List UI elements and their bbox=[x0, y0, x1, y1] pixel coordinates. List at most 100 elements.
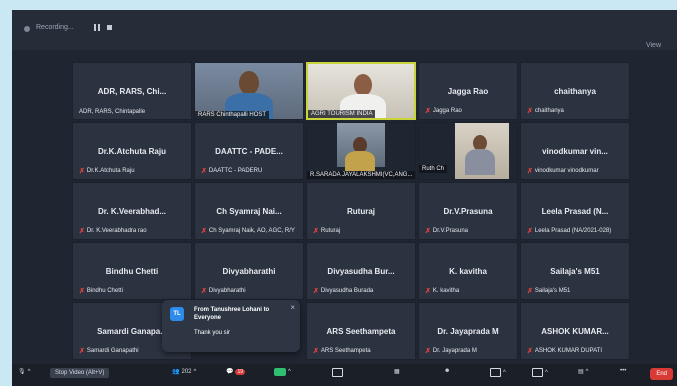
participant-display-name: ARS Seethampeta bbox=[326, 327, 396, 336]
muted-mic-icon: ✗ bbox=[313, 348, 319, 355]
muted-mic-icon: ✗ bbox=[79, 348, 85, 355]
participant-tile[interactable]: Dr. Jayaprada M ✗ Dr. Jayaprada M bbox=[418, 302, 518, 360]
video-name-strip: AGRI TOURISM INDIA bbox=[308, 110, 376, 118]
stop-video-button[interactable]: Stop Video (Alt+V) bbox=[50, 368, 110, 378]
participant-display-name: Dr.K.Atchuta Raju bbox=[97, 147, 166, 156]
participant-name-label: ✗ Dr.K.Atchuta Raju bbox=[79, 168, 135, 175]
participant-name-label: ✗ Ch Syamraj Naik, AO, AGC, R/Y bbox=[201, 228, 295, 235]
muted-mic-icon: ✗ bbox=[527, 228, 533, 235]
reactions-button[interactable]: ☻ bbox=[444, 368, 450, 374]
stop-recording-button[interactable] bbox=[107, 25, 112, 30]
muted-mic-icon: ✗ bbox=[425, 288, 431, 295]
participant-video-tile[interactable]: Ruth Ch bbox=[418, 122, 518, 180]
notes-button[interactable]: ▤ ^ bbox=[578, 368, 589, 376]
participant-tile[interactable]: Dr.K.Atchuta Raju ✗ Dr.K.Atchuta Raju bbox=[72, 122, 192, 180]
muted-mic-icon: ✗ bbox=[425, 228, 431, 235]
video-name-strip: R.SARADA JAYALAKSHMI(VC,ANG... bbox=[307, 171, 415, 179]
participant-display-name: ASHOK KUMAR... bbox=[541, 327, 609, 336]
active-speaker-tile[interactable]: AGRI TOURISM INDIA bbox=[306, 62, 416, 120]
zoom-meeting-window: Recording... View ADR, RARS, Chi... ADR,… bbox=[12, 10, 677, 386]
chat-badge: 19 bbox=[235, 368, 246, 375]
close-icon[interactable]: × bbox=[290, 303, 295, 312]
participant-name-label: ✗ Divyasudha Burada bbox=[313, 288, 374, 295]
share-screen-button[interactable]: ^ bbox=[274, 368, 291, 376]
participant-display-name: Jagga Rao bbox=[447, 87, 489, 96]
participant-video-tile[interactable]: R.SARADA JAYALAKSHMI(VC,ANG... bbox=[306, 122, 416, 180]
muted-mic-icon: ✗ bbox=[79, 168, 85, 175]
view-button[interactable]: View bbox=[646, 42, 661, 49]
stop-video-tooltip: Stop Video (Alt+V) bbox=[50, 368, 110, 378]
participant-display-name: ADR, RARS, Chi... bbox=[97, 87, 167, 96]
participant-name-label: ✗ Dr. K.Veerabhadra rao bbox=[79, 228, 147, 235]
participants-icon: 👥 bbox=[172, 369, 180, 375]
participant-tile[interactable]: Divyabharathi ✗ Divyabharathi bbox=[194, 242, 304, 300]
muted-mic-icon: ✗ bbox=[425, 108, 431, 115]
participant-display-name: Ruturaj bbox=[347, 207, 375, 216]
participant-display-name: Bindhu Chetti bbox=[105, 267, 159, 276]
participant-tile[interactable]: vinodkumar vin... ✗ vinodkumar vinodkumar bbox=[520, 122, 630, 180]
participant-tile[interactable]: Sailaja's M51 ✗ Sailaja's M51 bbox=[520, 242, 630, 300]
participant-tile[interactable]: chaithanya ✗ chaithanya bbox=[520, 62, 630, 120]
share-screen-icon bbox=[274, 368, 286, 376]
participant-tile[interactable]: Dr.V.Prasuna ✗ Dr.V.Prasuna bbox=[418, 182, 518, 240]
participant-tile[interactable]: ARS Seethampeta ✗ ARS Seethampeta bbox=[306, 302, 416, 360]
reactions-icon: ☻ bbox=[444, 368, 451, 374]
muted-mic-icon: ✗ bbox=[527, 168, 533, 175]
participant-name-label: ✗ ASHOK KUMAR DUPATI bbox=[527, 348, 602, 355]
participant-tile[interactable]: Dr. K.Veerabhad... ✗ Dr. K.Veerabhadra ra… bbox=[72, 182, 192, 240]
more-icon: ••• bbox=[620, 368, 627, 374]
participant-display-name: vinodkumar vin... bbox=[542, 147, 608, 156]
participant-name-label: ADR, RARS, Chintapalle bbox=[79, 109, 146, 115]
participant-video bbox=[455, 123, 509, 179]
muted-mic-icon: ✗ bbox=[313, 288, 319, 295]
participant-name-label: ✗ Leela Prasad (NA/2021-028) bbox=[527, 228, 612, 235]
participant-name-label: ✗ Sailaja's M51 bbox=[527, 288, 571, 295]
recording-icon bbox=[24, 26, 30, 32]
participant-name-label: ✗ Jagga Rao bbox=[425, 108, 462, 115]
muted-mic-icon: ✗ bbox=[425, 348, 431, 355]
participant-display-name: K. kavitha bbox=[449, 267, 487, 276]
participant-video-tile[interactable]: RARS Chinthapalli HOST bbox=[194, 62, 304, 120]
participant-display-name: Dr. K.Veerabhad... bbox=[97, 207, 167, 216]
end-meeting-button[interactable]: End bbox=[650, 368, 673, 380]
participant-tile[interactable]: DAATTC - PADE... ✗ DAATTC - PADERU bbox=[194, 122, 304, 180]
breakout-rooms-button[interactable]: ▦ bbox=[394, 368, 400, 375]
participant-display-name: Leela Prasad (N... bbox=[541, 207, 609, 216]
participant-display-name: Divyasudha Bur... bbox=[327, 267, 395, 276]
participant-display-name: DAATTC - PADE... bbox=[215, 147, 283, 156]
chat-notification[interactable]: TL From Tanushree Lohani to Everyone Tha… bbox=[162, 300, 300, 352]
participant-tile[interactable]: Divyasudha Bur... ✗ Divyasudha Burada bbox=[306, 242, 416, 300]
participant-display-name: Dr. Jayaprada M bbox=[437, 327, 499, 336]
participant-tile[interactable]: Jagga Rao ✗ Jagga Rao bbox=[418, 62, 518, 120]
participant-tile[interactable]: Ruturaj ✗ Ruturaj bbox=[306, 182, 416, 240]
muted-mic-icon: ✗ bbox=[201, 288, 207, 295]
participant-name-label: ✗ ARS Seethampeta bbox=[313, 348, 371, 355]
participant-tile[interactable]: ADR, RARS, Chi... ADR, RARS, Chintapalle bbox=[72, 62, 192, 120]
participant-tile[interactable]: K. kavitha ✗ K. kavitha bbox=[418, 242, 518, 300]
participant-tile[interactable]: Bindhu Chetti ✗ Bindhu Chetti bbox=[72, 242, 192, 300]
chat-button[interactable]: 💬 19 bbox=[226, 368, 246, 375]
unmute-button[interactable]: 🎙 ^ bbox=[18, 368, 30, 376]
participant-tile[interactable]: Ch Syamraj Nai... ✗ Ch Syamraj Naik, AO, … bbox=[194, 182, 304, 240]
muted-mic-icon: ✗ bbox=[527, 288, 533, 295]
notes-icon: ▤ bbox=[578, 369, 584, 375]
recording-label: Recording... bbox=[36, 24, 74, 31]
pause-recording-button[interactable] bbox=[92, 23, 102, 33]
participant-video bbox=[337, 123, 385, 171]
participant-tile[interactable]: ASHOK KUMAR... ✗ ASHOK KUMAR DUPATI bbox=[520, 302, 630, 360]
participant-display-name: chaithanya bbox=[554, 87, 596, 96]
participant-display-name: Sailaja's M51 bbox=[550, 267, 600, 276]
participant-tile[interactable]: Leela Prasad (N... ✗ Leela Prasad (NA/202… bbox=[520, 182, 630, 240]
more-button[interactable]: ••• bbox=[620, 368, 626, 374]
meeting-toolbar: 🎙 ^ Stop Video (Alt+V) 👥 202 ^ 💬 19 ^ ▦ ☻ ^ … bbox=[12, 364, 677, 386]
participant-name-label: ✗ vinodkumar vinodkumar bbox=[527, 168, 599, 175]
participants-count: 202 bbox=[181, 368, 192, 375]
participant-name-label: ✗ Dr.V.Prasuna bbox=[425, 228, 469, 235]
microphone-icon: 🎙 bbox=[18, 369, 26, 375]
participant-display-name: Dr.V.Prasuna bbox=[443, 207, 493, 216]
participants-button[interactable]: 👥 202 ^ bbox=[172, 368, 196, 376]
participant-display-name: Divyabharathi bbox=[222, 267, 276, 276]
participant-display-name: Ch Syamraj Nai... bbox=[216, 207, 282, 216]
participant-name-label: ✗ Bindhu Chetti bbox=[79, 288, 123, 295]
chat-message: Thank you sir bbox=[194, 330, 231, 336]
